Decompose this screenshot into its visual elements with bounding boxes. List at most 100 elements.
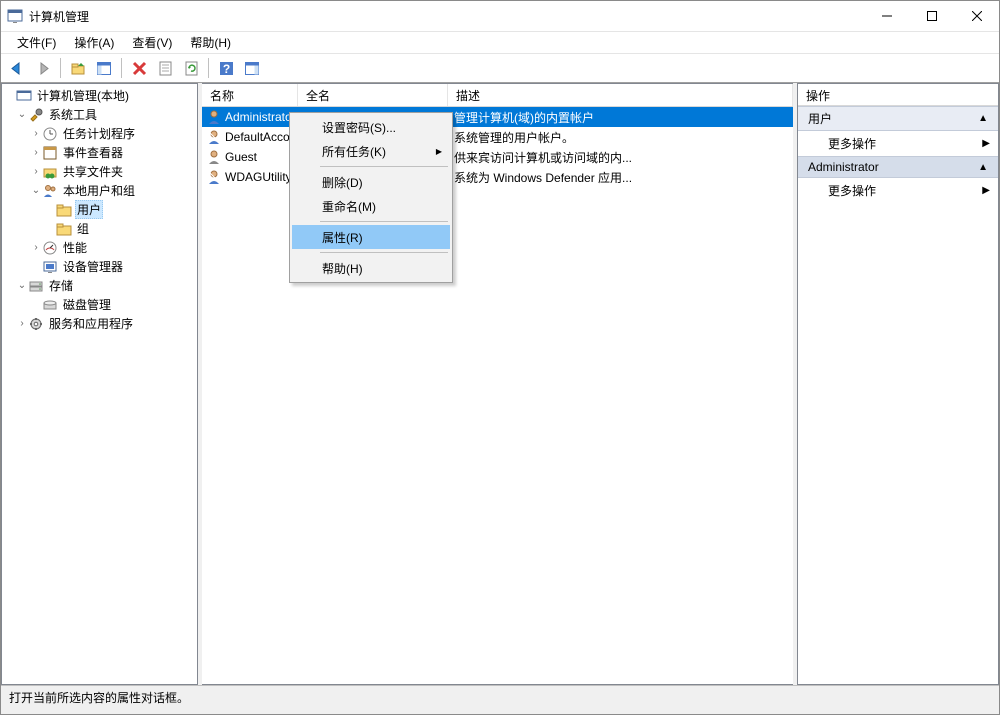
action-section-administrator[interactable]: Administrator ▲ (798, 156, 998, 178)
tree-node-system-tools[interactable]: ⌄ 系统工具 (2, 105, 197, 124)
services-icon (28, 316, 44, 332)
action-more-2[interactable]: 更多操作 ▶ (798, 178, 998, 203)
cell-desc: 系统为 Windows Defender 应用... (448, 169, 793, 186)
collapse-toggle[interactable]: ⌄ (16, 280, 28, 291)
tree-node-services-applications[interactable]: › 服务和应用程序 (2, 314, 197, 333)
column-full-name[interactable]: 全名 (298, 84, 448, 106)
collapse-toggle[interactable]: ⌄ (16, 109, 28, 120)
expand-toggle[interactable]: › (30, 128, 42, 139)
up-button[interactable] (66, 56, 90, 80)
toolbar-separator (121, 58, 122, 78)
disk-icon (42, 297, 58, 313)
menubar: 文件(F) 操作(A) 查看(V) 帮助(H) (1, 32, 999, 53)
body: 计算机管理(本地) ⌄ 系统工具 › 任务计划程序 › 事件查看器 (1, 83, 999, 685)
delete-button[interactable] (127, 56, 151, 80)
folder-icon (56, 202, 72, 218)
tree: 计算机管理(本地) ⌄ 系统工具 › 任务计划程序 › 事件查看器 (2, 84, 197, 335)
menu-action[interactable]: 操作(A) (66, 33, 122, 52)
node-label: 共享文件夹 (61, 162, 125, 181)
user-icon (206, 109, 222, 125)
collapse-icon: ▲ (978, 162, 988, 173)
tree-node-disk-management[interactable]: 磁盘管理 (2, 295, 197, 314)
action-pane: 操作 用户 ▲ 更多操作 ▶ Administrator ▲ 更多操作 ▶ (797, 83, 999, 685)
user-icon (206, 129, 222, 145)
expand-toggle[interactable]: › (30, 242, 42, 253)
tools-icon (28, 107, 44, 123)
tree-node-performance[interactable]: › 性能 (2, 238, 197, 257)
shared-folder-icon (42, 164, 58, 180)
menu-view[interactable]: 查看(V) (124, 33, 180, 52)
ctx-set-password[interactable]: 设置密码(S)... (292, 115, 450, 139)
node-label: 服务和应用程序 (47, 314, 135, 333)
clock-icon (42, 126, 58, 142)
ctx-help[interactable]: 帮助(H) (292, 256, 450, 280)
user-icon (206, 169, 222, 185)
tree-node-storage[interactable]: ⌄ 存储 (2, 276, 197, 295)
ctx-properties[interactable]: 属性(R) (292, 225, 450, 249)
context-menu: 设置密码(S)... 所有任务(K) 删除(D) 重命名(M) 属性(R) 帮助… (289, 112, 453, 283)
action-section-label: 用户 (808, 110, 832, 127)
forward-button[interactable] (31, 56, 55, 80)
column-description[interactable]: 描述 (448, 84, 793, 106)
cell-name: WDAGUtilityAccount (225, 170, 298, 184)
node-label: 存储 (47, 276, 75, 295)
cell-name: Administrator (225, 110, 296, 124)
tree-node-local-users-groups[interactable]: ⌄ 本地用户和组 (2, 181, 197, 200)
tree-node-task-scheduler[interactable]: › 任务计划程序 (2, 124, 197, 143)
toolbar-separator (208, 58, 209, 78)
menu-help[interactable]: 帮助(H) (182, 33, 239, 52)
ctx-separator (320, 252, 448, 253)
node-label: 性能 (61, 238, 89, 257)
cell-desc: 系统管理的用户帐户。 (448, 129, 793, 146)
toolbar: ? (1, 53, 999, 83)
expand-toggle[interactable]: › (30, 147, 42, 158)
node-label: 系统工具 (47, 105, 99, 124)
node-label: 设备管理器 (61, 257, 125, 276)
action-link-label: 更多操作 (828, 135, 876, 152)
performance-icon (42, 240, 58, 256)
back-button[interactable] (5, 56, 29, 80)
node-label: 用户 (75, 200, 103, 219)
action-pane-header: 操作 (798, 84, 998, 106)
column-header: 名称 全名 描述 (202, 84, 793, 107)
help-button[interactable]: ? (214, 56, 238, 80)
maximize-button[interactable] (909, 2, 954, 31)
expand-toggle[interactable]: › (16, 318, 28, 329)
cell-desc: 管理计算机(域)的内置帐户 (448, 109, 793, 126)
submenu-arrow-icon: ▶ (982, 185, 990, 196)
node-label: 任务计划程序 (61, 124, 137, 143)
computer-icon (16, 88, 32, 104)
event-icon (42, 145, 58, 161)
show-hide-tree-button[interactable] (92, 56, 116, 80)
status-text: 打开当前所选内容的属性对话框。 (9, 691, 189, 705)
close-button[interactable] (954, 2, 999, 31)
window-title: 计算机管理 (29, 8, 89, 25)
action-section-users[interactable]: 用户 ▲ (798, 106, 998, 131)
collapse-icon: ▲ (978, 113, 988, 124)
expand-toggle[interactable]: › (30, 166, 42, 177)
action-link-label: 更多操作 (828, 182, 876, 199)
refresh-button[interactable] (179, 56, 203, 80)
tree-node-device-manager[interactable]: 设备管理器 (2, 257, 197, 276)
show-hide-action-pane-button[interactable] (240, 56, 264, 80)
menu-file[interactable]: 文件(F) (9, 33, 64, 52)
users-icon (42, 183, 58, 199)
tree-node-root[interactable]: 计算机管理(本地) (2, 86, 197, 105)
column-name[interactable]: 名称 (202, 84, 298, 106)
minimize-button[interactable] (864, 2, 909, 31)
ctx-rename[interactable]: 重命名(M) (292, 194, 450, 218)
tree-node-users[interactable]: 用户 (2, 200, 197, 219)
ctx-all-tasks[interactable]: 所有任务(K) (292, 139, 450, 163)
properties-button[interactable] (153, 56, 177, 80)
collapse-toggle[interactable]: ⌄ (30, 185, 42, 196)
action-more-1[interactable]: 更多操作 ▶ (798, 131, 998, 156)
tree-node-event-viewer[interactable]: › 事件查看器 (2, 143, 197, 162)
cell-name: DefaultAccount (225, 130, 298, 144)
cell-desc: 供来宾访问计算机或访问域的内... (448, 149, 793, 166)
node-label: 本地用户和组 (61, 181, 137, 200)
node-label: 事件查看器 (61, 143, 125, 162)
tree-node-shared-folders[interactable]: › 共享文件夹 (2, 162, 197, 181)
node-label: 组 (75, 219, 91, 238)
tree-node-groups[interactable]: 组 (2, 219, 197, 238)
ctx-delete[interactable]: 删除(D) (292, 170, 450, 194)
